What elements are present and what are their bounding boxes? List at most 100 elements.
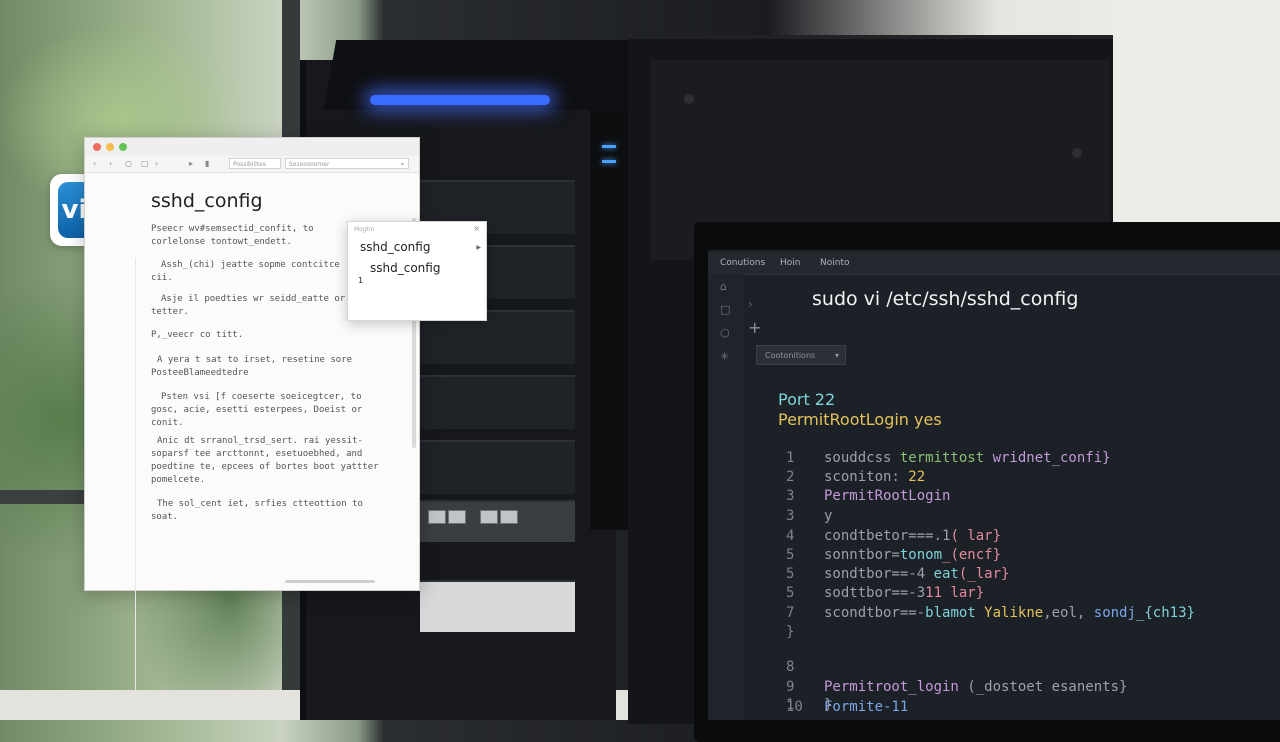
home-icon[interactable]: ⌂ xyxy=(720,280,727,293)
horizontal-scrollbar[interactable] xyxy=(285,580,375,583)
doc-line: A yera t sat to irset, resetine sore xyxy=(157,355,353,365)
sidebar-icon[interactable]: ▮ xyxy=(205,159,209,168)
line-number: 3 xyxy=(786,508,795,524)
rack-shelf xyxy=(420,440,575,494)
network-port xyxy=(480,510,498,524)
line-number: 2 xyxy=(786,469,795,485)
network-port xyxy=(500,510,518,524)
doc-line: conit. xyxy=(151,418,184,428)
network-port xyxy=(428,510,446,524)
doc-line: Asje il poedties wr seidd_eatte or xyxy=(161,294,346,304)
line-number: 8 xyxy=(786,659,795,675)
code-line: y xyxy=(824,508,833,524)
settings-icon[interactable]: ✳ xyxy=(720,350,729,363)
status-led xyxy=(602,145,616,148)
doc-line: corlelonse tontowt_endett. xyxy=(151,237,292,247)
nav-icon[interactable]: › xyxy=(155,159,158,168)
chevron-down-icon: ▾ xyxy=(834,351,839,360)
doc-line: soparsf tee arcttonnt, esetuoebhed, and xyxy=(151,449,363,459)
line-number: 3 xyxy=(786,488,795,504)
terminal-command: sudo vi /etc/ssh/sshd_config xyxy=(812,288,1079,310)
back-icon[interactable]: ‹ xyxy=(93,159,96,168)
doc-line: PosteeBlameedtedre xyxy=(151,368,249,378)
rack-panel xyxy=(420,580,575,632)
line-number: 7 xyxy=(786,605,795,621)
code-line: sondtbor==-4 eat(_lar} xyxy=(824,566,1010,582)
code-line: Formite-11 xyxy=(824,699,909,715)
line-number: 5 xyxy=(786,585,795,601)
add-tab-icon[interactable]: + xyxy=(748,318,761,337)
line-number: 9 xyxy=(786,679,795,695)
terminal-screen xyxy=(708,250,1280,720)
code-line: } xyxy=(824,697,833,713)
close-icon[interactable]: × xyxy=(473,224,480,233)
window-icon[interactable]: ○ xyxy=(720,326,730,339)
code-line: sodttbor==-311 lar} xyxy=(824,585,985,601)
menu-item[interactable]: Hoin xyxy=(780,258,800,268)
doc-line: The sol_cent iet, srfies ctteottion to xyxy=(157,499,363,509)
dropdown-icon[interactable]: ⌄ xyxy=(399,158,406,167)
editor-titlebar xyxy=(85,138,419,157)
popup-header: Mogtin xyxy=(354,226,375,233)
line-number: 1 xyxy=(786,697,795,713)
screw xyxy=(1072,148,1082,158)
popup-item-sshd-config-2[interactable]: sshd_config xyxy=(370,261,440,275)
line-number: 4 xyxy=(786,528,795,544)
doc-line: Psten vsi [f coeserte soeicegtcer, to xyxy=(161,392,362,402)
rack-side-panel xyxy=(590,110,628,530)
rack-blue-light xyxy=(370,95,550,105)
minimize-window-icon[interactable] xyxy=(106,143,114,151)
doc-line: tetter. xyxy=(151,307,189,317)
share-icon[interactable]: ▸ xyxy=(189,159,193,168)
history-icon[interactable]: ○ xyxy=(125,159,132,168)
line-number: 5 xyxy=(786,547,795,563)
editor-toolbar: ‹ › ○ ▢ › ▸ ▮ Possibilites Sosoosoomer ⌄ xyxy=(85,156,419,173)
forward-icon[interactable]: › xyxy=(109,159,112,168)
config-header-line: PermitRootLogin yes xyxy=(778,410,942,429)
doc-line: pomelcete. xyxy=(151,475,206,485)
maximize-window-icon[interactable] xyxy=(119,143,127,151)
code-line: sconiton: 22 xyxy=(824,469,926,485)
menu-item[interactable]: Nointo xyxy=(820,258,849,268)
popup-item-3[interactable]: 1 xyxy=(358,276,363,285)
dropdown-label: Cootonitions xyxy=(765,351,816,360)
line-number: 5 xyxy=(786,566,795,582)
terminal-sidebar xyxy=(708,274,744,720)
prompt-chevron-icon: › xyxy=(748,297,753,311)
toolbar-search-field[interactable]: Sosoosoomer xyxy=(285,158,409,169)
popup-item-sshd-config[interactable]: sshd_config xyxy=(360,240,430,254)
file-icon[interactable]: □ xyxy=(720,303,730,316)
code-line: sonntbor=tonom_(encf} xyxy=(824,547,1002,563)
editor-gutter xyxy=(135,258,136,698)
doc-line: soat. xyxy=(151,512,179,522)
conditions-dropdown[interactable]: Cootonitions ▾ xyxy=(756,345,846,365)
file-popup-menu: Mogtin × sshd_config ▶ sshd_config 1 xyxy=(347,221,487,321)
doc-line: gosc, acie, esetti esterpees, Doeist or xyxy=(151,405,363,415)
status-led xyxy=(602,160,616,163)
doc-line: Pseecr wv#semsectid_confit, to xyxy=(151,224,314,234)
doc-line: P,_veecr co titt. xyxy=(151,330,244,340)
document-title: sshd_config xyxy=(151,190,263,212)
doc-line: poedtine te, epcees of bortes boot yattt… xyxy=(151,462,379,472)
line-number: } xyxy=(786,624,795,640)
code-line: condtbetor===.1( lar} xyxy=(824,528,1002,544)
line-number: 1 xyxy=(786,450,795,466)
code-line: souddcss termittost wridnet_confi} xyxy=(824,450,1111,466)
network-port xyxy=(448,510,466,524)
editor-window: ‹ › ○ ▢ › ▸ ▮ Possibilites Sosoosoomer ⌄… xyxy=(84,137,420,698)
close-window-icon[interactable] xyxy=(93,143,101,151)
menu-item[interactable]: Conutions xyxy=(720,258,765,268)
code-line: Permitroot_login (_dostoet esanents} xyxy=(824,679,1128,695)
wall xyxy=(1110,0,1280,240)
doc-line: Anic dt srranol_trsd_sert. rai yessit- xyxy=(157,436,363,446)
toolbar-field-left[interactable]: Possibilites xyxy=(229,158,281,169)
screw xyxy=(684,94,694,104)
code-line: PermitRootLogin xyxy=(824,488,951,504)
code-line: scondtbor==-blamot Yalikne,eol, sondj_{c… xyxy=(824,605,1195,621)
rack-shelf xyxy=(420,375,575,429)
config-header-line: Port 22 xyxy=(778,390,836,409)
doc-line: cii. xyxy=(151,273,173,283)
doc-line: Assh_(chi) jeatte sopme contcitce xyxy=(161,260,340,270)
reload-icon[interactable]: ▢ xyxy=(141,159,149,168)
submenu-arrow-icon: ▶ xyxy=(476,244,481,251)
